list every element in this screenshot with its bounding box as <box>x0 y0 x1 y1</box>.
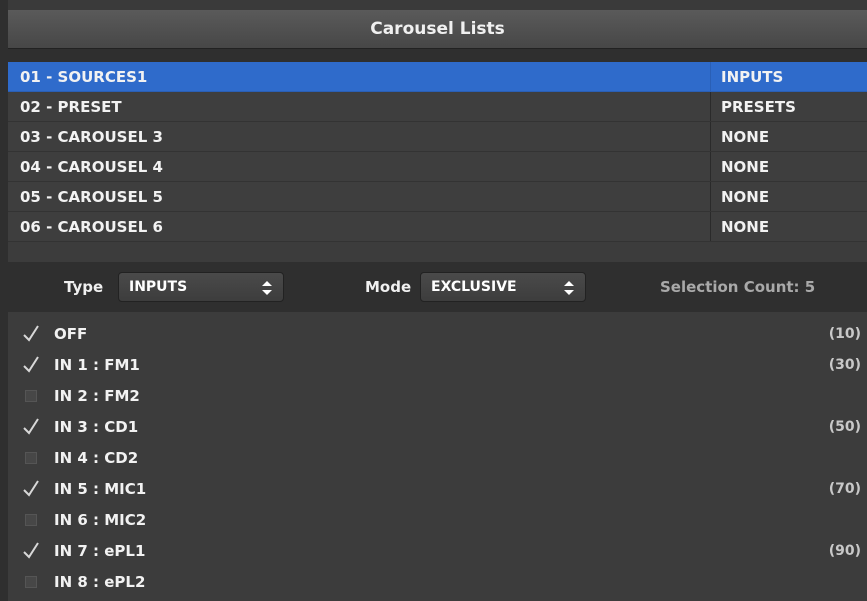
carousel-row-2[interactable]: 02 - PRESET PRESETS <box>8 92 867 122</box>
carousel-lists-window: Carousel Lists 01 - SOURCES1 INPUTS 02 -… <box>8 0 867 601</box>
input-label: IN 3 : CD1 <box>54 417 139 436</box>
input-order-value: (50) <box>828 418 861 435</box>
type-label: Type <box>64 278 104 296</box>
checkbox-icon[interactable] <box>22 511 40 529</box>
carousel-controls: Type INPUTS Mode EXCLUSIVE Selection Cou… <box>8 262 867 312</box>
carousel-row-6[interactable]: 06 - CAROUSEL 6 NONE <box>8 212 867 242</box>
input-label: IN 8 : ePL2 <box>54 572 146 591</box>
input-order-value: (10) <box>828 325 861 342</box>
input-label: IN 5 : MIC1 <box>54 479 147 498</box>
carousel-name: 03 - CAROUSEL 3 <box>20 127 163 146</box>
carousel-type: NONE <box>710 122 857 151</box>
mode-select[interactable]: EXCLUSIVE <box>420 272 586 302</box>
checkbox-icon[interactable] <box>22 573 40 591</box>
checkmark-icon[interactable] <box>22 324 40 343</box>
input-order-value: (90) <box>828 542 861 559</box>
input-label: IN 7 : ePL1 <box>54 541 146 560</box>
input-row[interactable]: OFF (10) <box>8 318 867 349</box>
input-label: OFF <box>54 324 88 343</box>
window-title: Carousel Lists <box>370 19 505 39</box>
carousel-row-1[interactable]: 01 - SOURCES1 INPUTS <box>8 62 867 92</box>
carousel-list: 01 - SOURCES1 INPUTS 02 - PRESET PRESETS… <box>8 62 867 262</box>
input-list: OFF (10) IN 1 : FM1 (30) IN 2 : FM2 IN 3 : CD… <box>8 312 867 601</box>
checkmark-icon[interactable] <box>22 355 40 374</box>
checkbox-icon[interactable] <box>22 387 40 405</box>
carousel-name: 01 - SOURCES1 <box>20 67 148 86</box>
input-order-value: (30) <box>828 356 861 373</box>
selection-count: Selection Count: 5 <box>660 278 816 296</box>
type-select[interactable]: INPUTS <box>118 272 284 302</box>
input-row[interactable]: IN 1 : FM1 (30) <box>8 349 867 380</box>
input-row[interactable]: IN 5 : MIC1 (70) <box>8 473 867 504</box>
input-row[interactable]: IN 2 : FM2 <box>8 380 867 411</box>
carousel-row-5[interactable]: 05 - CAROUSEL 5 NONE <box>8 182 867 212</box>
mode-label: Mode <box>365 278 412 296</box>
carousel-name: 02 - PRESET <box>20 97 122 116</box>
input-label: IN 2 : FM2 <box>54 386 140 405</box>
type-select-value: INPUTS <box>129 279 188 295</box>
checkmark-icon[interactable] <box>22 417 40 436</box>
input-label: IN 1 : FM1 <box>54 355 140 374</box>
carousel-name: 04 - CAROUSEL 4 <box>20 157 163 176</box>
checkmark-icon[interactable] <box>22 479 40 498</box>
carousel-name: 05 - CAROUSEL 5 <box>20 187 163 206</box>
checkmark-icon[interactable] <box>22 541 40 560</box>
mode-select-value: EXCLUSIVE <box>431 279 517 295</box>
carousel-row-4[interactable]: 04 - CAROUSEL 4 NONE <box>8 152 867 182</box>
input-row[interactable]: IN 3 : CD1 (50) <box>8 411 867 442</box>
input-row[interactable]: IN 6 : MIC2 <box>8 504 867 535</box>
carousel-row-3[interactable]: 03 - CAROUSEL 3 NONE <box>8 122 867 152</box>
window-top-strip <box>8 0 867 10</box>
carousel-name: 06 - CAROUSEL 6 <box>20 217 163 236</box>
carousel-type: INPUTS <box>710 62 857 91</box>
updown-arrows-icon <box>564 281 574 295</box>
carousel-type: PRESETS <box>710 92 857 121</box>
input-order-value: (70) <box>828 480 861 497</box>
input-label: IN 4 : CD2 <box>54 448 139 467</box>
input-row[interactable]: IN 7 : ePL1 (90) <box>8 535 867 566</box>
carousel-type: NONE <box>710 152 857 181</box>
input-label: IN 6 : MIC2 <box>54 510 147 529</box>
carousel-type: NONE <box>710 212 857 241</box>
input-row[interactable]: IN 4 : CD2 <box>8 442 867 473</box>
carousel-type: NONE <box>710 182 857 211</box>
updown-arrows-icon <box>262 281 272 295</box>
window-title-bar: Carousel Lists <box>8 10 867 49</box>
checkbox-icon[interactable] <box>22 449 40 467</box>
input-row[interactable]: IN 8 : ePL2 <box>8 566 867 597</box>
